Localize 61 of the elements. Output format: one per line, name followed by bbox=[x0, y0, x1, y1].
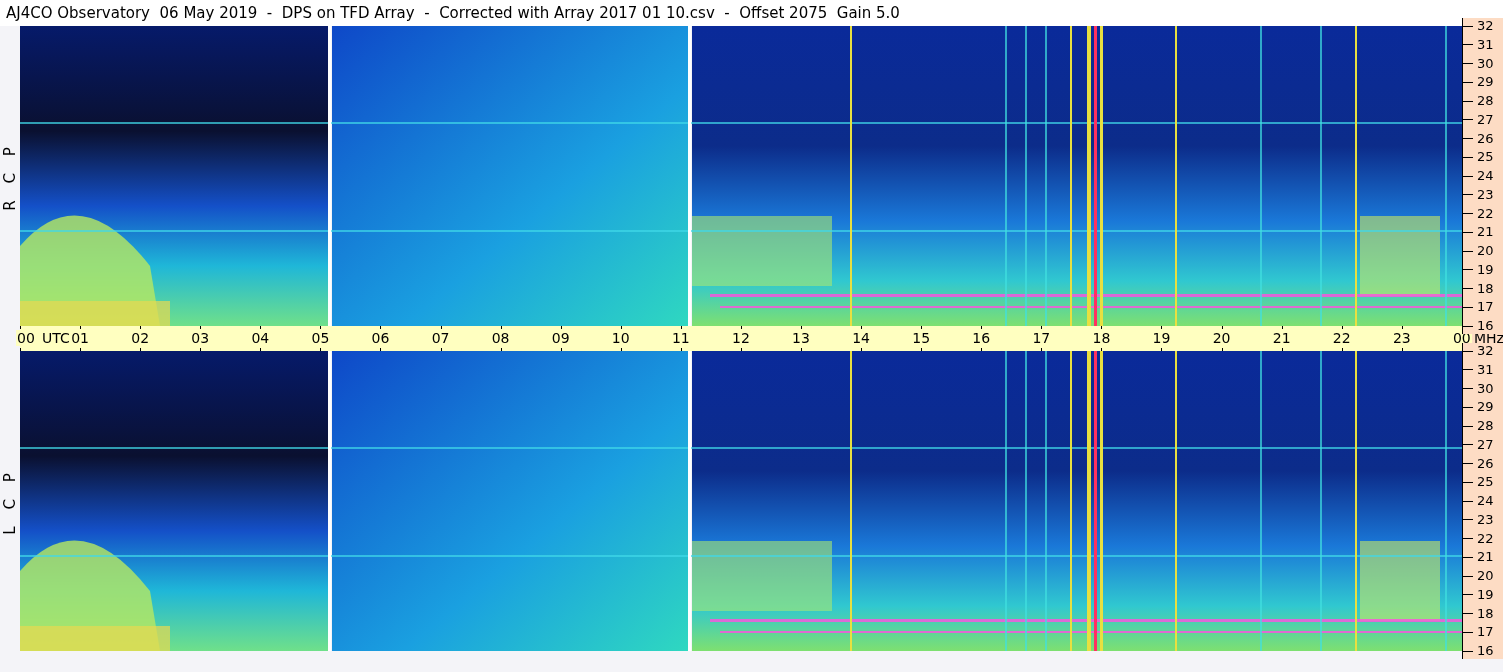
hour-label: 19 bbox=[1151, 330, 1172, 346]
hour-label: 04 bbox=[250, 330, 271, 346]
frequency-label: 25 bbox=[1477, 149, 1494, 166]
hour-label: 23 bbox=[1391, 330, 1412, 346]
frequency-label: 17 bbox=[1477, 624, 1494, 641]
hour-label: 03 bbox=[190, 330, 211, 346]
frequency-label: 21 bbox=[1477, 549, 1494, 566]
hour-label: 06 bbox=[370, 330, 391, 346]
frequency-label: 24 bbox=[1477, 168, 1494, 184]
frequency-label: 27 bbox=[1477, 111, 1494, 128]
polarization-label: L C P bbox=[1, 467, 19, 535]
frequency-label: 22 bbox=[1477, 205, 1494, 222]
hour-label: 02 bbox=[130, 330, 151, 346]
frequency-label: 20 bbox=[1477, 568, 1494, 584]
frequency-label: 32 bbox=[1477, 18, 1494, 34]
frequency-label: 30 bbox=[1477, 380, 1494, 397]
hour-label: 16 bbox=[971, 330, 992, 346]
polarization-label: R C P bbox=[1, 141, 19, 211]
frequency-label: 23 bbox=[1477, 186, 1494, 203]
timezone-label: UTC bbox=[42, 330, 70, 346]
hour-label: 01 bbox=[70, 330, 90, 346]
hour-label: 20 bbox=[1211, 330, 1232, 346]
hour-label: 11 bbox=[670, 330, 691, 346]
hour-label: 22 bbox=[1331, 330, 1352, 346]
frequency-label: 19 bbox=[1477, 586, 1494, 603]
frequency-label: 28 bbox=[1477, 418, 1494, 434]
frequency-label: 24 bbox=[1477, 493, 1494, 509]
frequency-label: 17 bbox=[1477, 299, 1494, 316]
hour-label: 13 bbox=[791, 330, 811, 346]
frequency-label: 28 bbox=[1477, 93, 1494, 109]
frequency-label: 29 bbox=[1477, 74, 1494, 91]
frequency-label: 32 bbox=[1477, 343, 1494, 359]
hour-label: 05 bbox=[310, 330, 331, 346]
hour-label: 10 bbox=[610, 330, 631, 346]
hour-label: 21 bbox=[1271, 330, 1292, 346]
hour-label: 15 bbox=[911, 330, 932, 346]
frequency-label: 30 bbox=[1477, 55, 1494, 72]
frequency-label: 21 bbox=[1477, 224, 1494, 241]
frequency-label: 23 bbox=[1477, 511, 1494, 528]
frequency-label: 31 bbox=[1477, 36, 1494, 53]
frequency-label: 16 bbox=[1477, 643, 1494, 659]
frequency-label: 26 bbox=[1477, 130, 1494, 147]
hour-label: 18 bbox=[1091, 330, 1112, 346]
frequency-label: 22 bbox=[1477, 530, 1494, 547]
frequency-label: 19 bbox=[1477, 261, 1494, 278]
frequency-label: 26 bbox=[1477, 455, 1494, 472]
frequency-label: 25 bbox=[1477, 474, 1494, 491]
hour-label: 07 bbox=[430, 330, 451, 346]
frequency-label: 20 bbox=[1477, 243, 1494, 259]
frequency-label: 31 bbox=[1477, 361, 1494, 378]
frequency-label: 27 bbox=[1477, 436, 1494, 453]
hour-label: 09 bbox=[550, 330, 571, 346]
frequency-label: 29 bbox=[1477, 399, 1494, 416]
hour-label: 08 bbox=[490, 330, 511, 346]
frequency-label: 18 bbox=[1477, 280, 1494, 297]
hour-label: 14 bbox=[851, 330, 871, 346]
hour-label: 00 bbox=[16, 330, 36, 346]
frequency-label: 18 bbox=[1477, 605, 1494, 622]
frequency-label: 16 bbox=[1477, 318, 1494, 334]
hour-label: 12 bbox=[731, 330, 751, 346]
hour-label: 17 bbox=[1031, 330, 1052, 346]
